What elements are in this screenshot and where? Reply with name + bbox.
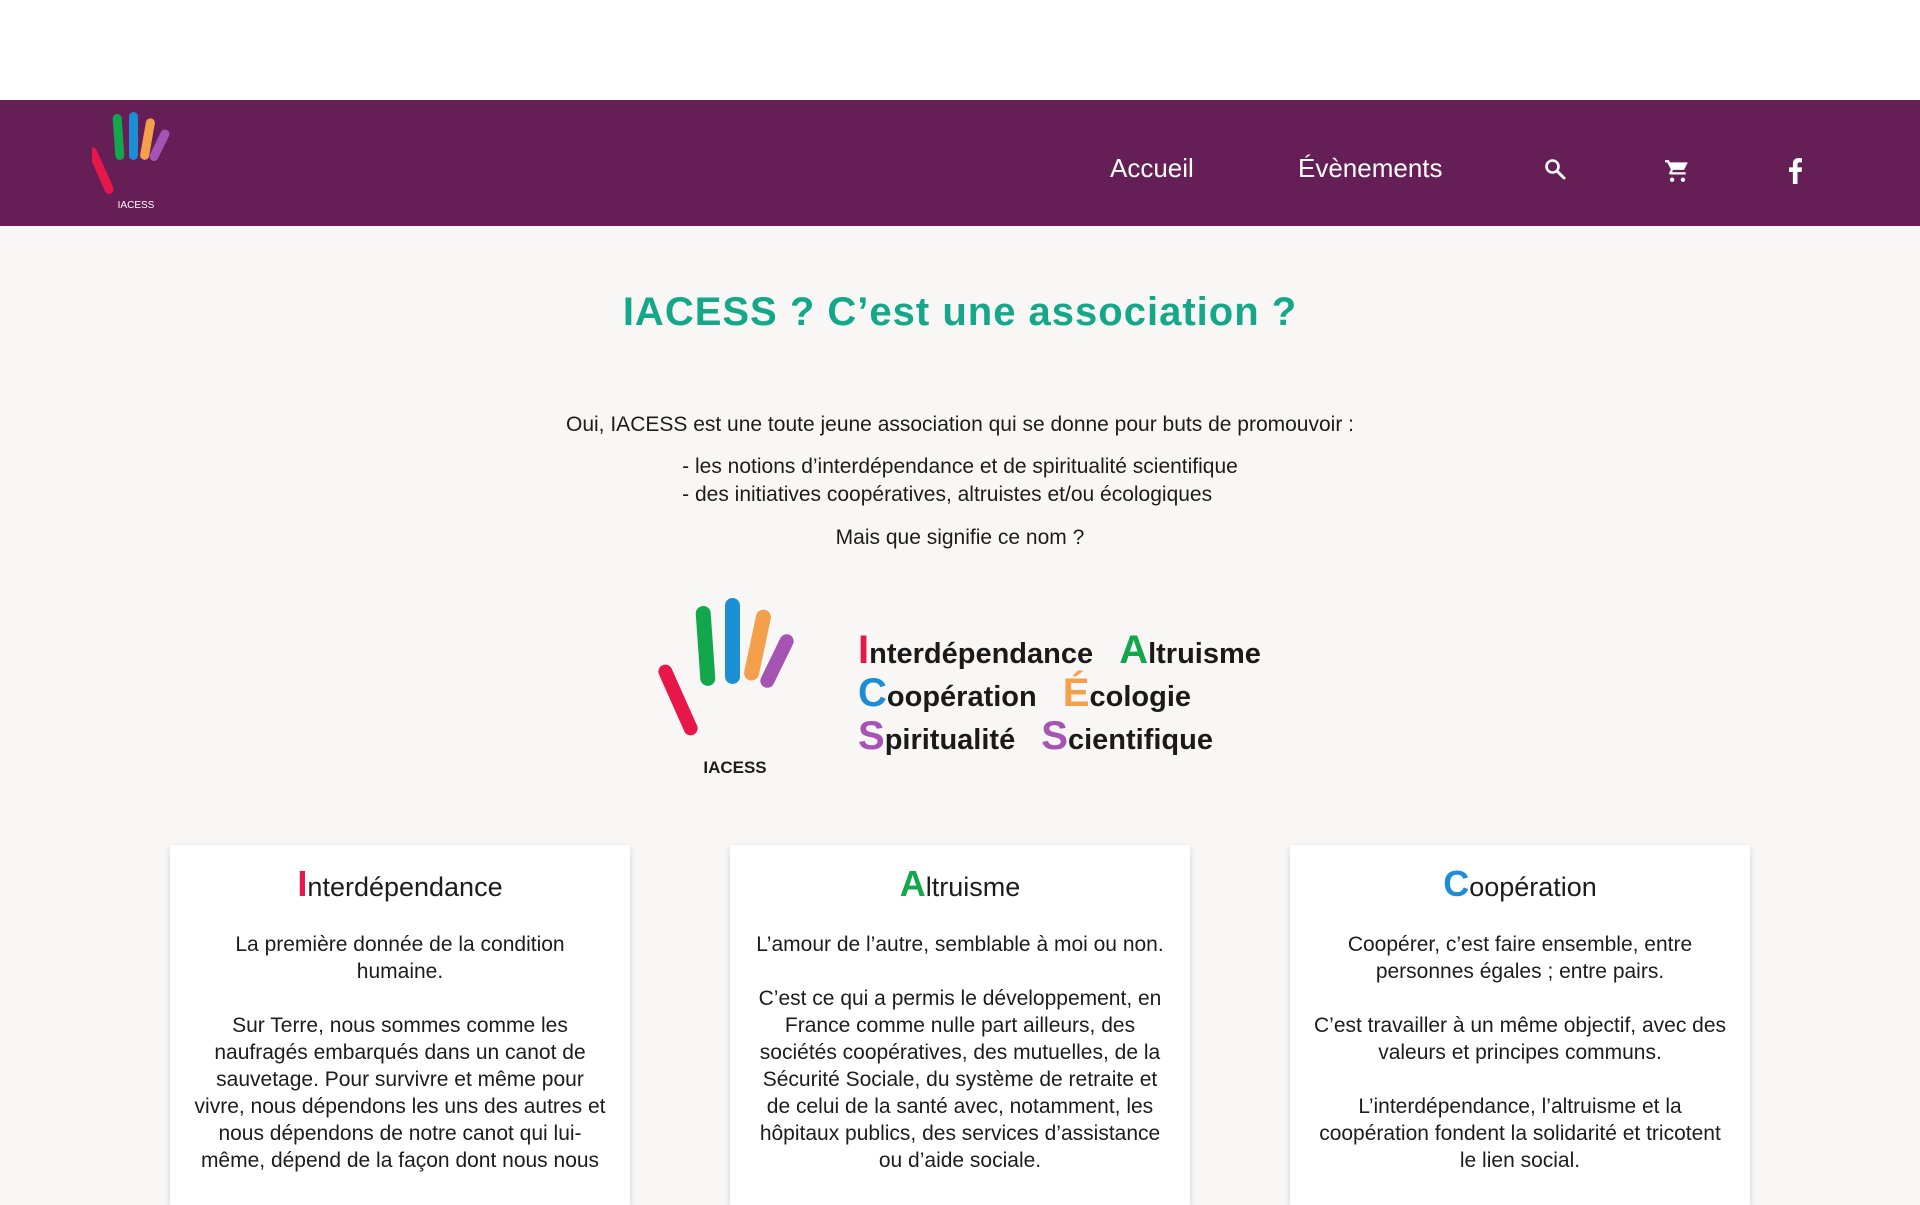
card-cooperation: Coopération Coopérer, c’est faire ensemb… — [1290, 845, 1750, 1205]
site-logo-link[interactable]: IACESS — [88, 112, 182, 216]
acronym-word-spiritualite: Spiritualité — [858, 716, 1016, 761]
card-title: Altruisme — [730, 863, 1190, 905]
card-title: Coopération — [1290, 863, 1750, 905]
card-title: Interdépendance — [170, 863, 630, 905]
acronym-initial: I — [858, 628, 870, 672]
card-paragraph: L’amour de l’autre, semblable à moi ou n… — [756, 933, 1164, 956]
hero-logo-text: IACESS — [703, 758, 766, 777]
nav-link-accueil[interactable]: Accueil — [1110, 100, 1194, 226]
acronym-word-rest: oopération — [886, 681, 1037, 713]
acronym-word-altruisme: Altruisme — [1119, 630, 1261, 675]
acronym-initial: S — [1041, 714, 1068, 758]
acronym-initial: C — [858, 671, 887, 715]
facebook-icon[interactable] — [1780, 154, 1810, 188]
acronym-word-rest: cologie — [1089, 681, 1191, 713]
acronym-initial: S — [858, 714, 885, 758]
name-question: Mais que signifie ce nom ? — [835, 526, 1085, 549]
top-blank-area — [0, 0, 1920, 100]
hand-logo-icon: IACESS — [658, 598, 794, 777]
card-paragraph: C’est travailler à un même objectif, ave… — [1314, 1014, 1727, 1064]
acronym-word-rest: piritualité — [884, 724, 1016, 756]
acronym-word-rest: nterdépendance — [869, 638, 1094, 670]
goals-list: - les notions d’interdépendance et de sp… — [682, 453, 1238, 509]
logo-text: IACESS — [118, 200, 155, 211]
card-paragraph: L’interdépendance, l’altruisme et la coo… — [1319, 1095, 1721, 1172]
intro-text: Oui, IACESS est une toute jeune associat… — [566, 413, 1354, 436]
cart-icon[interactable] — [1660, 154, 1694, 188]
acronym-initial: A — [1119, 628, 1149, 672]
card-paragraph: Coopérer, c’est faire ensemble, entre pe… — [1347, 933, 1693, 983]
search-icon[interactable] — [1538, 152, 1572, 186]
acronym-initial: É — [1062, 671, 1090, 715]
acronym-word-rest: cientifique — [1067, 724, 1213, 756]
card-paragraph: Sur Terre, nous sommes comme les naufrag… — [194, 1014, 606, 1172]
card-paragraph: C’est ce qui a permis le développement, … — [758, 987, 1162, 1172]
acronym-explanation: Interdépendance Altruisme Coopération Éc… — [858, 630, 1279, 761]
acronym-word-cooperation: Coopération — [858, 673, 1037, 718]
card-initial: I — [297, 863, 308, 904]
goals-list-item: - les notions d’interdépendance et de sp… — [682, 455, 1238, 478]
card-paragraph: La première donnée de la condition humai… — [235, 933, 565, 983]
acronym-word-ecologie: Écologie — [1063, 673, 1191, 718]
intro-section: Oui, IACESS est une toute jeune associat… — [0, 410, 1920, 552]
acronym-word-scientifique: Scientifique — [1041, 716, 1213, 761]
acronym-word-rest: ltruisme — [1148, 638, 1261, 670]
card-initial: A — [899, 863, 926, 904]
card-title-rest: nterdépendance — [307, 872, 503, 902]
acronym-word-interdependance: Interdépendance — [858, 630, 1094, 675]
page-title: IACESS ? C’est une association ? — [622, 290, 1298, 334]
card-initial: C — [1443, 863, 1470, 904]
card-title-rest: ltruisme — [925, 872, 1021, 902]
card-title-rest: oopération — [1469, 872, 1597, 902]
hero-hand-logo: IACESS — [655, 592, 805, 782]
card-altruisme: Altruisme L’amour de l’autre, semblable … — [730, 845, 1190, 1205]
acronym-row: Coopération Écologie — [858, 673, 1279, 718]
nav-link-evenements[interactable]: Évènements — [1298, 100, 1443, 226]
acronym-row: Spiritualité Scientifique — [858, 716, 1279, 761]
acronym-row: Interdépendance Altruisme — [858, 630, 1279, 675]
goals-list-item: - des initiatives coopératives, altruist… — [682, 483, 1213, 506]
hand-logo-icon: IACESS — [88, 112, 170, 211]
site-header: IACESS Accueil Évènements — [0, 100, 1920, 226]
card-interdependance: Interdépendance La première donnée de la… — [170, 845, 630, 1205]
